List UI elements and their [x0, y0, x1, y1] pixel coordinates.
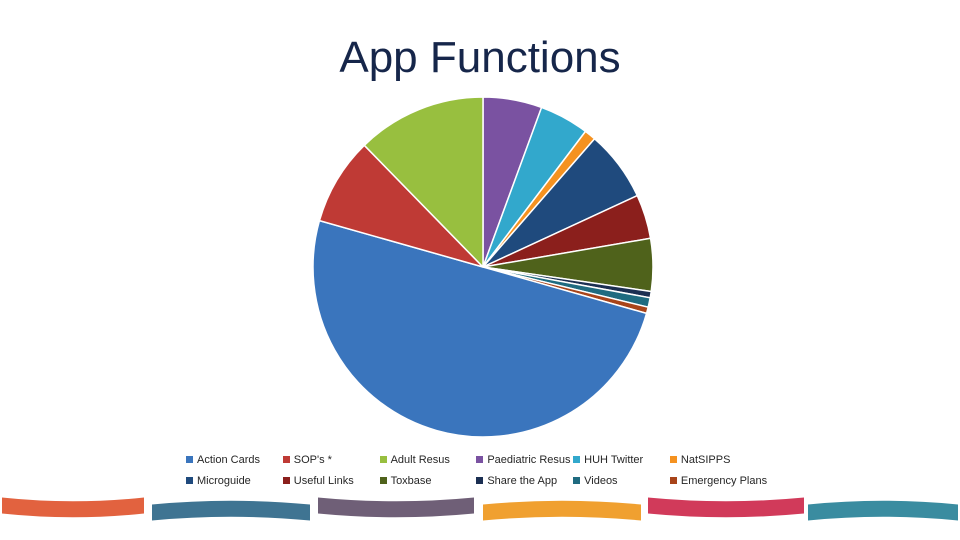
page-title: App Functions [339, 33, 621, 82]
legend-item-label: Share the App [487, 474, 558, 487]
pie-slice[interactable] [482, 266, 649, 315]
pie-slice[interactable] [482, 266, 652, 299]
bar-teal [808, 498, 958, 521]
legend-item-label: Emergency Plans [680, 474, 768, 487]
legend-color-swatch-icon [379, 477, 387, 484]
pie-slice[interactable] [482, 130, 596, 268]
legend-item-label: SOP's * [293, 453, 332, 466]
legend-color-swatch-icon [282, 477, 290, 484]
legend-item-label: Videos [584, 474, 618, 487]
legend-item[interactable]: SOP's * [282, 449, 380, 470]
bar-purple [318, 496, 474, 518]
legend-item[interactable]: NatSIPPS [669, 449, 786, 470]
pie-slice[interactable] [312, 219, 648, 438]
legend-item[interactable]: Toxbase [379, 470, 477, 491]
legend-item-label: HUH Twitter [584, 453, 644, 466]
legend-item[interactable]: Emergency Plans [669, 470, 786, 491]
pie-slice[interactable] [482, 106, 587, 268]
pie-slice-group [312, 96, 654, 438]
legend-color-swatch-icon [282, 456, 290, 463]
bar-amber [483, 498, 641, 521]
pie-slice[interactable] [482, 237, 654, 293]
legend-item-label: Paediatric Resus [487, 453, 571, 466]
bar-steel-blue [152, 498, 310, 521]
legend-item[interactable]: HUH Twitter [573, 449, 670, 470]
legend-item-label: Microguide [197, 474, 251, 487]
legend-row: Microguide Useful Links Toxbase Share the A… [186, 470, 786, 491]
legend-item-label: Adult Resus [390, 453, 450, 466]
legend-color-swatch-icon [476, 456, 484, 463]
legend-item-label: Action Cards [197, 453, 260, 466]
legend-row: Action Cards SOP's * Adult Resus Paediatric… [186, 449, 786, 470]
legend-item[interactable]: Adult Resus [379, 449, 477, 470]
legend-item[interactable]: Videos [573, 470, 670, 491]
legend-item[interactable]: Paediatric Resus [476, 449, 573, 470]
pie-slice[interactable] [318, 144, 484, 268]
slide-canvas: App Functions Action Cards SOP's * Adult R… [0, 0, 960, 540]
legend-color-swatch-icon [186, 477, 193, 484]
legend-color-swatch-icon [476, 477, 484, 484]
legend-item-label: Toxbase [390, 474, 432, 487]
pie-slice[interactable] [482, 138, 639, 268]
legend-color-swatch-icon [669, 456, 677, 463]
legend-color-swatch-icon [379, 456, 387, 463]
pie-slice[interactable] [482, 96, 543, 268]
legend-color-swatch-icon [573, 477, 581, 484]
legend-item[interactable]: Useful Links [282, 470, 380, 491]
legend-color-swatch-icon [669, 477, 677, 484]
legend-color-swatch-icon [573, 456, 581, 463]
legend-item[interactable]: Action Cards [186, 449, 283, 470]
legend-item-label: NatSIPPS [680, 453, 731, 466]
pie-slice[interactable] [363, 96, 484, 268]
legend-item[interactable]: Share the App [476, 470, 573, 491]
pie-slice[interactable] [482, 266, 651, 308]
chart-legend: Action Cards SOP's * Adult Resus Paediatric… [186, 449, 786, 491]
legend-item-label: Useful Links [293, 474, 354, 487]
decorative-bottom-bars [0, 492, 960, 540]
legend-color-swatch-icon [186, 456, 193, 463]
bar-orange [2, 496, 144, 518]
legend-item[interactable]: Microguide [186, 470, 283, 491]
pie-slice[interactable] [482, 194, 652, 268]
bar-crimson [648, 496, 804, 518]
